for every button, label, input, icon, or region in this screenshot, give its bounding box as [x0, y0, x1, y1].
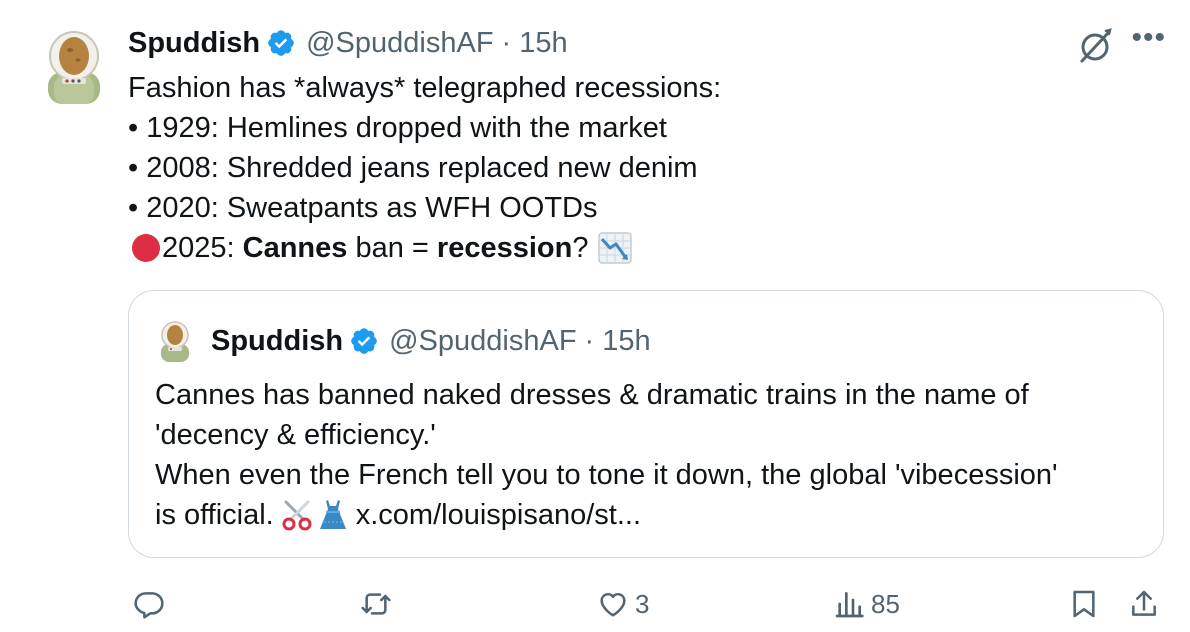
tweet-text: Fashion has *always* telegraphed recessi…	[128, 68, 721, 268]
action-bar: 3 85	[0, 578, 1190, 630]
share-icon	[1132, 590, 1156, 616]
dress-emoji	[319, 500, 346, 529]
verified-badge-icon	[351, 328, 377, 354]
tweet-line: • 2020: Sweatpants as WFH OOTDs	[128, 192, 598, 224]
like-count: 3	[635, 588, 650, 619]
views-button[interactable]: 85	[833, 578, 900, 630]
bookmark-icon	[1073, 590, 1095, 618]
quoted-author-handle[interactable]: @SpuddishAF	[389, 325, 576, 358]
quote-line: 'decency & efficiency.'	[155, 419, 436, 451]
views-count: 85	[871, 588, 900, 619]
author-name[interactable]: Spuddish	[128, 27, 260, 60]
like-button[interactable]: 3	[597, 578, 649, 630]
quoted-tweet-text: Cannes has banned naked dresses & dramat…	[155, 375, 1058, 535]
quoted-tweet-header: Spuddish @SpuddishAF · 15h	[211, 321, 651, 361]
line-text: is official.	[155, 499, 274, 531]
tweet-line: • 2008: Shredded jeans replaced new deni…	[128, 152, 698, 184]
line-text: ?	[572, 232, 589, 264]
retweet-icon	[361, 593, 391, 615]
separator-dot: ·	[501, 26, 512, 59]
red-circle-emoji	[132, 234, 160, 262]
quoted-avatar[interactable]	[158, 320, 192, 362]
quote-line: Cannes has banned naked dresses & dramat…	[155, 379, 1029, 411]
author-handle[interactable]: @SpuddishAF	[306, 27, 493, 60]
quote-line: is official. x.com/louispisano/st...	[155, 495, 1058, 535]
like-icon	[600, 592, 626, 617]
line-text: ban =	[347, 232, 437, 264]
share-button[interactable]	[1128, 578, 1160, 630]
bold-text: recession	[436, 232, 573, 264]
grok-icon[interactable]	[1075, 26, 1115, 66]
avatar[interactable]	[40, 28, 108, 104]
more-icon[interactable]: •••	[1131, 23, 1166, 53]
tweet-line: Fashion has *always* telegraphed recessi…	[128, 72, 722, 104]
tweet-top-actions: •••	[1075, 23, 1166, 66]
timestamp[interactable]: 15h	[519, 27, 567, 60]
tweet-line: • 1929: Hemlines dropped with the market	[128, 112, 667, 144]
line-text: 2025:	[162, 232, 243, 264]
bookmark-button[interactable]	[1068, 578, 1100, 630]
tweet-line: 2025: Cannes ban = recession ?	[128, 228, 721, 268]
bold-text: Cannes	[242, 232, 348, 264]
views-icon	[835, 592, 864, 618]
quote-line: When even the French tell you to tone it…	[155, 459, 1058, 491]
retweet-button[interactable]	[360, 578, 398, 630]
quote-link[interactable]: x.com/louispisano/st...	[356, 495, 641, 535]
chart-decreasing-emoji	[598, 232, 633, 264]
tweet-header: Spuddish @SpuddishAF · 15h	[128, 24, 568, 62]
scissors-emoji	[282, 500, 312, 531]
reply-button[interactable]	[133, 578, 171, 630]
separator-dot: ·	[584, 324, 595, 357]
quoted-timestamp[interactable]: 15h	[602, 325, 650, 358]
quoted-tweet[interactable]: Spuddish @SpuddishAF · 15h Cannes has ba…	[128, 290, 1164, 558]
reply-icon	[134, 592, 164, 619]
verified-badge-icon	[268, 30, 294, 56]
quoted-author-name[interactable]: Spuddish	[211, 325, 343, 358]
